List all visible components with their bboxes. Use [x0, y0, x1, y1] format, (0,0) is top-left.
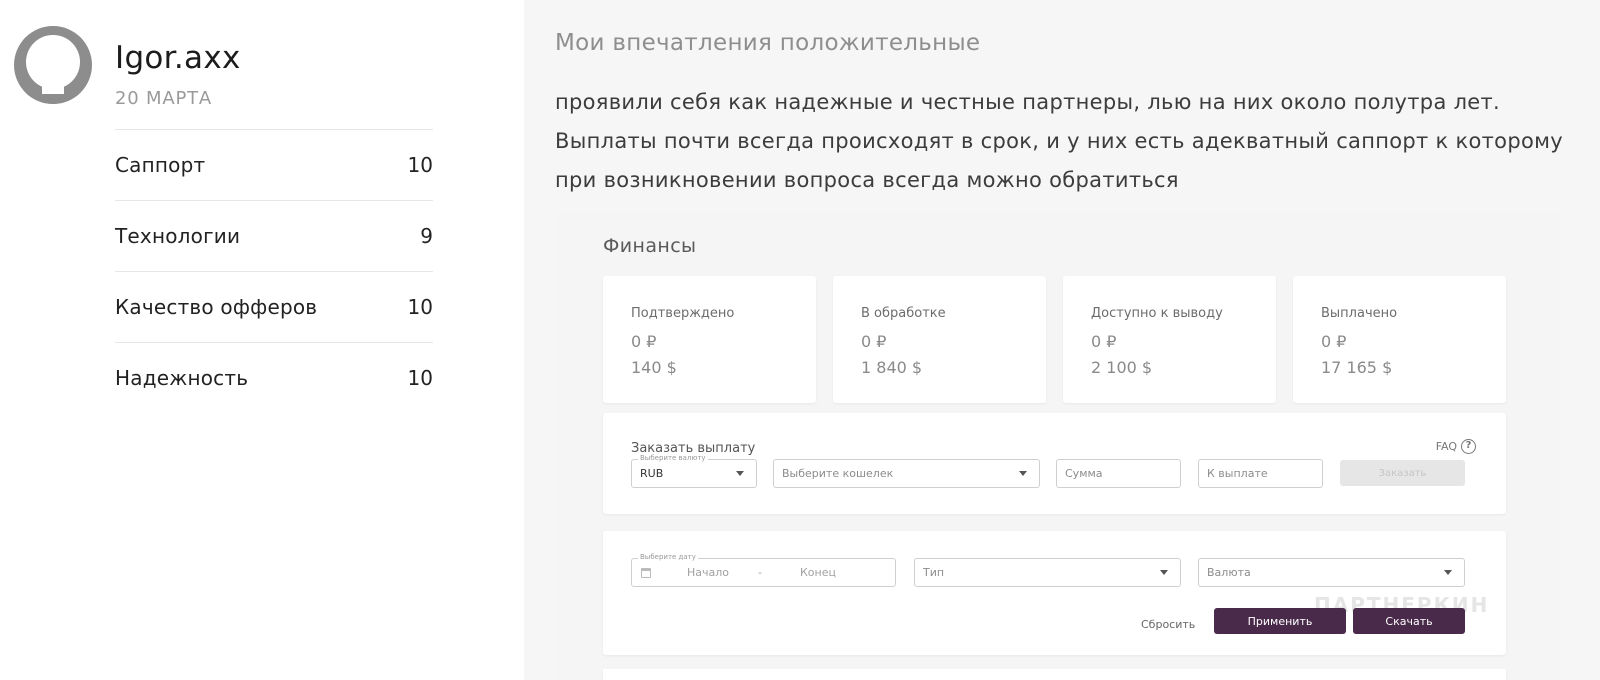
rating-label: Технологии	[115, 224, 241, 248]
calendar-icon	[641, 568, 651, 578]
rating-score: 9	[420, 224, 433, 248]
rating-score: 10	[407, 295, 433, 319]
finance-screenshot: Финансы Подтверждено 0 ₽ 140 $ В обработ…	[555, 213, 1560, 680]
stat-usd: 1 840 $	[861, 358, 923, 377]
date-range-picker[interactable]: Выберите дату Начало - Конец	[631, 553, 896, 587]
type-select[interactable]: Тип	[914, 558, 1181, 587]
amount-placeholder: Сумма	[1065, 467, 1103, 480]
review-title: Мои впечатления положительные	[555, 30, 981, 56]
order-payout-box: Заказать выплату FAQ ? Выберите валюту R…	[603, 413, 1506, 514]
stat-card-available: Доступно к выводу 0 ₽ 2 100 $	[1063, 276, 1276, 403]
review-text: проявили себя как надежные и честные пар…	[555, 90, 1563, 192]
order-payout-button[interactable]: Заказать	[1340, 460, 1465, 486]
payout-input[interactable]: К выплате	[1198, 459, 1323, 488]
stat-usd: 140 $	[631, 358, 677, 377]
rating-row-technology: Технологии 9	[115, 200, 433, 271]
currency-filter-select[interactable]: Валюта	[1198, 558, 1465, 587]
chevron-down-icon	[1160, 570, 1168, 575]
reviewer-name: Igor.axx	[115, 40, 241, 76]
reset-button[interactable]: Сбросить	[1141, 618, 1195, 631]
amount-input[interactable]: Сумма	[1056, 459, 1181, 488]
date-range-label: Выберите дату	[638, 553, 698, 561]
page: Igor.axx 20 МАРТА Саппорт 10 Технологии …	[0, 0, 1600, 680]
stat-card-paid: Выплачено 0 ₽ 17 165 $	[1293, 276, 1506, 403]
stat-card-processing: В обработке 0 ₽ 1 840 $	[833, 276, 1046, 403]
reviewer-panel: Igor.axx 20 МАРТА Саппорт 10 Технологии …	[0, 0, 524, 680]
ratings-list: Саппорт 10 Технологии 9 Качество офферов…	[115, 129, 433, 413]
faq-label: FAQ	[1435, 440, 1457, 453]
stat-label: Выплачено	[1321, 306, 1398, 321]
payout-placeholder: К выплате	[1207, 467, 1268, 480]
next-card-edge	[603, 669, 1506, 680]
stat-rub: 0 ₽	[631, 332, 657, 351]
currency-select-value: RUB	[640, 467, 664, 480]
chevron-down-icon	[1444, 570, 1452, 575]
rating-score: 10	[407, 153, 433, 177]
rating-score: 10	[407, 366, 433, 390]
filter-box: Выберите дату Начало - Конец Тип Валюта …	[603, 531, 1506, 655]
rating-row-offers: Качество офферов 10	[115, 271, 433, 342]
download-button[interactable]: Скачать	[1353, 608, 1465, 634]
wallet-select-placeholder: Выберите кошелек	[782, 467, 894, 480]
stat-usd: 2 100 $	[1091, 358, 1153, 377]
rating-row-support: Саппорт 10	[115, 129, 433, 200]
review-panel: Мои впечатления положительные проявили с…	[524, 0, 1600, 680]
stat-label: Доступно к выводу	[1091, 306, 1223, 321]
rating-row-reliability: Надежность 10	[115, 342, 433, 413]
date-separator: -	[758, 566, 762, 579]
apply-button[interactable]: Применить	[1214, 608, 1346, 634]
stat-rub: 0 ₽	[1321, 332, 1347, 351]
stat-card-confirmed: Подтверждено 0 ₽ 140 $	[603, 276, 816, 403]
currency-select[interactable]: Выберите валюту RUB	[631, 454, 757, 488]
faq-link[interactable]: FAQ ?	[1436, 439, 1476, 454]
rating-label: Качество офферов	[115, 295, 318, 319]
currency-select-label: Выберите валюту	[638, 454, 708, 462]
avatar	[14, 26, 92, 104]
help-icon: ?	[1461, 439, 1476, 454]
wallet-select[interactable]: Выберите кошелек	[773, 459, 1040, 488]
stat-label: Подтверждено	[631, 306, 735, 321]
stat-rub: 0 ₽	[1091, 332, 1117, 351]
stat-usd: 17 165 $	[1321, 358, 1393, 377]
type-select-placeholder: Тип	[923, 566, 945, 579]
date-end: Конец	[800, 566, 836, 579]
date-start: Начало	[687, 566, 730, 579]
review-date: 20 МАРТА	[115, 88, 213, 109]
currency-filter-placeholder: Валюта	[1207, 566, 1251, 579]
chevron-down-icon	[1019, 471, 1027, 476]
rating-label: Надежность	[115, 366, 249, 390]
finance-title: Финансы	[603, 235, 697, 257]
chevron-down-icon	[736, 471, 744, 476]
stat-label: В обработке	[861, 306, 946, 321]
rating-label: Саппорт	[115, 153, 206, 177]
stat-cards: Подтверждено 0 ₽ 140 $ В обработке 0 ₽ 1…	[603, 276, 1506, 403]
stat-rub: 0 ₽	[861, 332, 887, 351]
